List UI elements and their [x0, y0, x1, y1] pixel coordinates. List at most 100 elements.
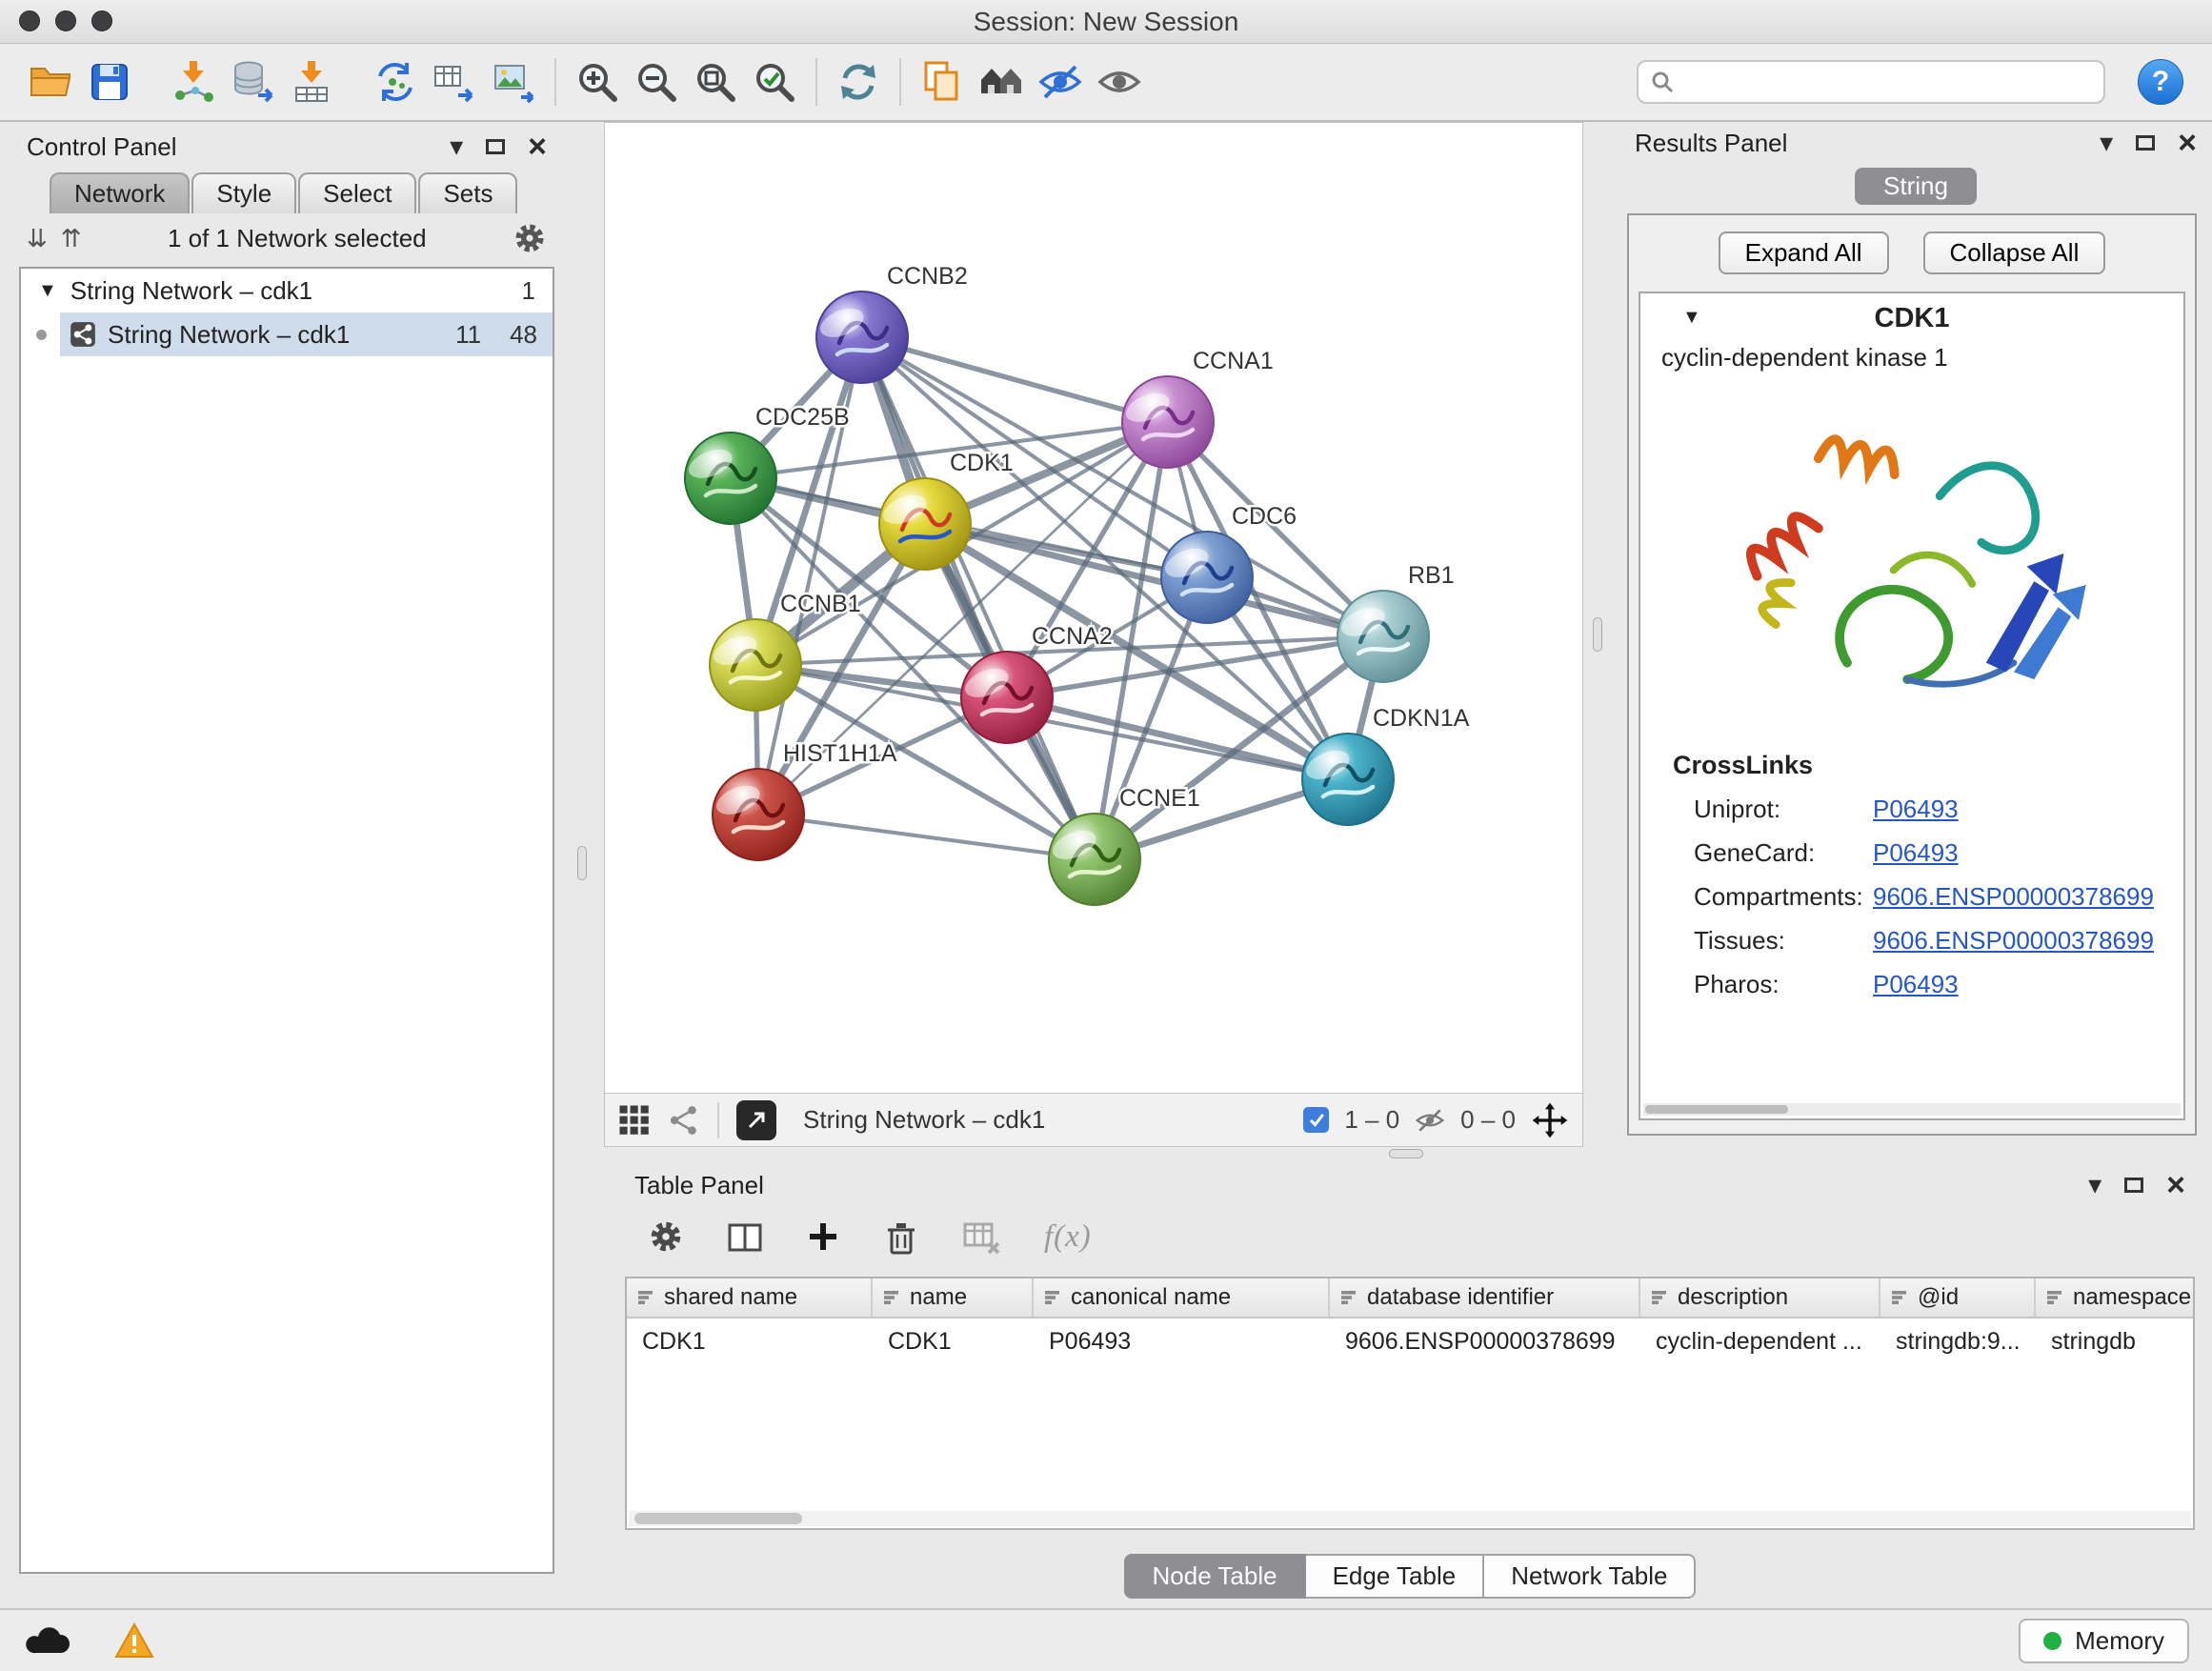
crosslink-link[interactable]: P06493	[1873, 838, 1959, 868]
minimize-panel-icon[interactable]: ▾	[2088, 1172, 2101, 1198]
table-horizontal-scrollbar[interactable]	[629, 1511, 2191, 1526]
crosslink-link[interactable]: 9606.ENSP00000378699	[1873, 926, 2154, 956]
zoom-out-button[interactable]	[627, 51, 686, 112]
delete-table-button[interactable]	[962, 1217, 1002, 1257]
tab-network[interactable]: Network	[50, 172, 190, 213]
network-edge-CCNB2-CCNE1[interactable]	[862, 337, 1095, 859]
network-node-CDKN1A[interactable]	[1302, 734, 1394, 825]
hide-selected-button[interactable]	[1031, 51, 1090, 112]
network-node-RB1[interactable]	[1337, 591, 1429, 682]
zoom-selected-button[interactable]	[745, 51, 804, 112]
function-builder-button[interactable]: f(x)	[1044, 1219, 1092, 1255]
hidden-eye-slash-icon[interactable]	[1415, 1105, 1445, 1136]
crosslink-link[interactable]: P06493	[1873, 970, 1959, 999]
bottom-splitter-handle[interactable]	[1389, 1149, 1423, 1158]
network-node-CCNB1[interactable]	[710, 619, 801, 711]
column-header-namespace[interactable]: namespace	[2036, 1278, 2195, 1317]
share-network-icon[interactable]	[668, 1104, 700, 1137]
import-network-file-button[interactable]	[164, 51, 223, 112]
table-row[interactable]: CDK1CDK1P064939606.ENSP00000378699cyclin…	[627, 1319, 2193, 1364]
close-panel-icon[interactable]: ×	[2166, 1169, 2185, 1201]
import-network-database-button[interactable]	[223, 51, 282, 112]
protein-section-header[interactable]: ▼ CDK1	[1640, 293, 2183, 343]
zoom-in-button[interactable]	[568, 51, 627, 112]
add-column-button[interactable]	[806, 1219, 840, 1254]
search-input[interactable]	[1682, 69, 2092, 96]
column-header-canonical-name[interactable]: canonical name	[1034, 1278, 1330, 1317]
crosslink-link[interactable]: 9606.ENSP00000378699	[1873, 882, 2154, 912]
float-panel-icon[interactable]	[2136, 135, 2155, 151]
delete-column-button[interactable]	[882, 1218, 920, 1256]
collapse-all-button[interactable]: Collapse All	[1923, 232, 2106, 274]
export-image-button[interactable]	[484, 51, 543, 112]
memory-button[interactable]: Memory	[2019, 1619, 2189, 1663]
column-header--id[interactable]: @id	[1880, 1278, 2036, 1317]
float-panel-icon[interactable]	[2124, 1178, 2143, 1193]
save-session-button[interactable]	[80, 51, 139, 112]
column-header-database-identifier[interactable]: database identifier	[1330, 1278, 1640, 1317]
tab-sets[interactable]: Sets	[418, 172, 517, 213]
network-node-CDC6[interactable]	[1161, 532, 1253, 623]
gear-icon[interactable]	[513, 221, 547, 255]
scrollbar-thumb[interactable]	[634, 1513, 802, 1524]
expand-all-button[interactable]: Expand All	[1719, 232, 1889, 274]
network-row-selected[interactable]: String Network – cdk1 11 48	[60, 312, 553, 356]
apply-layout-button[interactable]	[829, 51, 888, 112]
table-cell[interactable]: P06493	[1034, 1328, 1330, 1356]
crosslink-link[interactable]: P06493	[1873, 795, 1959, 824]
right-splitter-handle[interactable]	[1593, 617, 1602, 652]
tab-network-table[interactable]: Network Table	[1484, 1554, 1696, 1599]
birds-eye-view-icon[interactable]	[618, 1104, 651, 1137]
network-node-CCNE1[interactable]	[1049, 814, 1140, 905]
tab-select[interactable]: Select	[298, 172, 416, 213]
table-cell[interactable]: stringdb	[2036, 1328, 2195, 1356]
network-node-CDK1[interactable]	[879, 478, 971, 570]
show-all-button[interactable]	[1090, 51, 1149, 112]
import-table-file-button[interactable]	[282, 51, 341, 112]
network-collection-row[interactable]: ▼ String Network – cdk1 1	[21, 269, 553, 312]
network-node-CCNA1[interactable]	[1122, 376, 1214, 468]
minimize-panel-icon[interactable]: ▾	[2100, 130, 2113, 156]
tab-style[interactable]: Style	[191, 172, 296, 213]
clone-network-button[interactable]	[425, 51, 484, 112]
table-cell[interactable]: CDK1	[873, 1328, 1034, 1356]
network-node-HIST1H1A[interactable]	[713, 769, 804, 860]
cloud-icon[interactable]	[23, 1622, 72, 1659]
scrollbar-thumb[interactable]	[1645, 1105, 1788, 1114]
network-row[interactable]: String Network – cdk1 11 48	[21, 312, 553, 356]
network-node-CDC25B[interactable]	[685, 433, 776, 524]
open-session-button[interactable]	[21, 51, 80, 112]
column-header-name[interactable]: name	[873, 1278, 1034, 1317]
network-edge-HIST1H1A-CCNE1[interactable]	[758, 815, 1095, 859]
tab-string[interactable]: String	[1855, 168, 1977, 205]
section-collapse-icon[interactable]: ▼	[1682, 307, 1701, 329]
tab-node-table[interactable]: Node Table	[1124, 1554, 1306, 1599]
help-button[interactable]: ?	[2138, 59, 2183, 105]
tab-edge-table[interactable]: Edge Table	[1306, 1554, 1485, 1599]
table-cell[interactable]: cyclin-dependent ...	[1640, 1328, 1880, 1356]
column-header-shared-name[interactable]: shared name	[627, 1278, 873, 1317]
left-splitter-handle[interactable]	[577, 846, 587, 880]
warning-icon[interactable]	[114, 1621, 154, 1660]
move-crosshair-icon[interactable]	[1531, 1101, 1569, 1139]
network-tools-button[interactable]	[366, 51, 425, 112]
tree-collapse-icon[interactable]: ▼	[38, 280, 57, 302]
table-cell[interactable]: 9606.ENSP00000378699	[1330, 1328, 1640, 1356]
close-panel-icon[interactable]: ×	[528, 131, 547, 163]
column-header-description[interactable]: description	[1640, 1278, 1880, 1317]
open-documentation-button[interactable]	[913, 51, 972, 112]
table-cell[interactable]: stringdb:9...	[1880, 1328, 2036, 1356]
float-panel-icon[interactable]	[486, 139, 505, 154]
expand-all-icon[interactable]: ⇈	[61, 224, 82, 253]
zoom-fit-button[interactable]	[686, 51, 745, 112]
results-horizontal-scrollbar[interactable]	[1643, 1103, 2181, 1116]
table-settings-button[interactable]	[648, 1218, 684, 1255]
home-button[interactable]	[972, 51, 1031, 112]
close-panel-icon[interactable]: ×	[2178, 127, 2197, 159]
network-canvas[interactable]: CCNB2CCNA1CDC25BCDK1CDC6RB1CCNB1CCNA2CDK…	[604, 122, 1583, 1094]
network-node-CCNA2[interactable]	[961, 652, 1053, 743]
table-cell[interactable]: CDK1	[627, 1328, 873, 1356]
show-columns-button[interactable]	[726, 1218, 764, 1256]
selected-checkbox-icon[interactable]	[1303, 1107, 1329, 1133]
network-node-CCNB2[interactable]	[816, 292, 908, 383]
